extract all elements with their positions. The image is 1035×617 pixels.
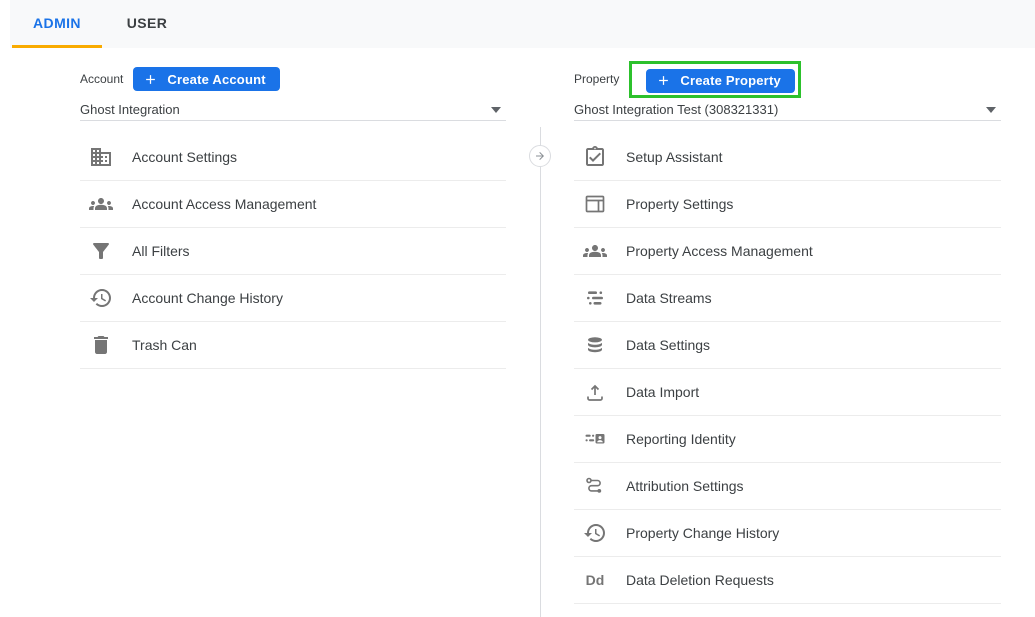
menu-item[interactable]: Property Change History [574, 510, 1001, 557]
menu-item-label: Property Change History [626, 525, 779, 541]
account-menu: Account Settings Account Access Manageme… [80, 134, 506, 369]
upload-icon [583, 380, 607, 404]
property-header: Property Create Property [574, 58, 1001, 100]
menu-item[interactable]: Property Settings [574, 181, 1001, 228]
menu-item-label: Account Change History [132, 290, 283, 306]
menu-item-label: Account Access Management [132, 196, 316, 212]
menu-item[interactable]: Attribution Settings [574, 463, 1001, 510]
menu-item[interactable]: Account Access Management [80, 181, 506, 228]
highlight-box: Create Property [629, 61, 801, 98]
menu-item[interactable]: Reporting Identity [574, 416, 1001, 463]
move-to-property-button[interactable] [529, 145, 551, 167]
people-icon [89, 192, 113, 216]
people-icon [583, 239, 607, 263]
create-property-button[interactable]: Create Property [646, 69, 795, 93]
database-icon [583, 333, 607, 357]
property-selector[interactable]: Ghost Integration Test (308321331) [574, 99, 1001, 121]
menu-item[interactable]: Dd Data Deletion Requests [574, 557, 1001, 604]
tab-user[interactable]: USER [102, 0, 192, 48]
attribution-icon [583, 474, 607, 498]
tab-admin[interactable]: ADMIN [12, 0, 102, 48]
window-icon [583, 192, 607, 216]
menu-item[interactable]: Account Settings [80, 134, 506, 181]
reporting-identity-icon [583, 427, 607, 451]
property-selector-value: Ghost Integration Test (308321331) [574, 102, 778, 117]
history-icon [583, 521, 607, 545]
account-selector[interactable]: Ghost Integration [80, 99, 506, 121]
account-selector-value: Ghost Integration [80, 102, 180, 117]
filter-icon [89, 239, 113, 263]
menu-item-label: Property Access Management [626, 243, 813, 259]
menu-item-label: Data Deletion Requests [626, 572, 774, 588]
arrow-forward-icon [534, 150, 546, 162]
property-label: Property [574, 72, 619, 86]
menu-item-label: Attribution Settings [626, 478, 744, 494]
dd-icon: Dd [583, 568, 607, 592]
menu-item[interactable]: Setup Assistant [574, 134, 1001, 181]
trash-icon [89, 333, 113, 357]
property-menu: Setup Assistant Property Settings Proper… [574, 134, 1001, 604]
building-icon [89, 145, 113, 169]
clipboard-check-icon [583, 145, 607, 169]
menu-item-label: All Filters [132, 243, 190, 259]
column-divider [540, 127, 541, 617]
menu-item-label: Data Import [626, 384, 699, 400]
account-header: Account Create Account [80, 58, 506, 100]
menu-item[interactable]: Trash Can [80, 322, 506, 369]
menu-item[interactable]: All Filters [80, 228, 506, 275]
menu-item[interactable]: Account Change History [80, 275, 506, 322]
menu-item-label: Setup Assistant [626, 149, 723, 165]
plus-icon [143, 72, 158, 87]
dropdown-arrow-icon [986, 107, 996, 113]
menu-item-label: Data Streams [626, 290, 712, 306]
data-streams-icon [583, 286, 607, 310]
create-property-label: Create Property [680, 73, 781, 88]
menu-item-label: Reporting Identity [626, 431, 736, 447]
menu-item-label: Trash Can [132, 337, 197, 353]
menu-item-label: Property Settings [626, 196, 733, 212]
account-label: Account [80, 72, 123, 86]
create-account-button[interactable]: Create Account [133, 67, 279, 91]
menu-item[interactable]: Property Access Management [574, 228, 1001, 275]
menu-item-label: Data Settings [626, 337, 710, 353]
menu-item[interactable]: Data Streams [574, 275, 1001, 322]
menu-item[interactable]: Data Import [574, 369, 1001, 416]
plus-icon [656, 73, 671, 88]
dropdown-arrow-icon [491, 107, 501, 113]
menu-item[interactable]: Data Settings [574, 322, 1001, 369]
tab-bar: ADMIN USER [10, 0, 1035, 48]
history-icon [89, 286, 113, 310]
menu-item-label: Account Settings [132, 149, 237, 165]
create-account-label: Create Account [167, 72, 265, 87]
